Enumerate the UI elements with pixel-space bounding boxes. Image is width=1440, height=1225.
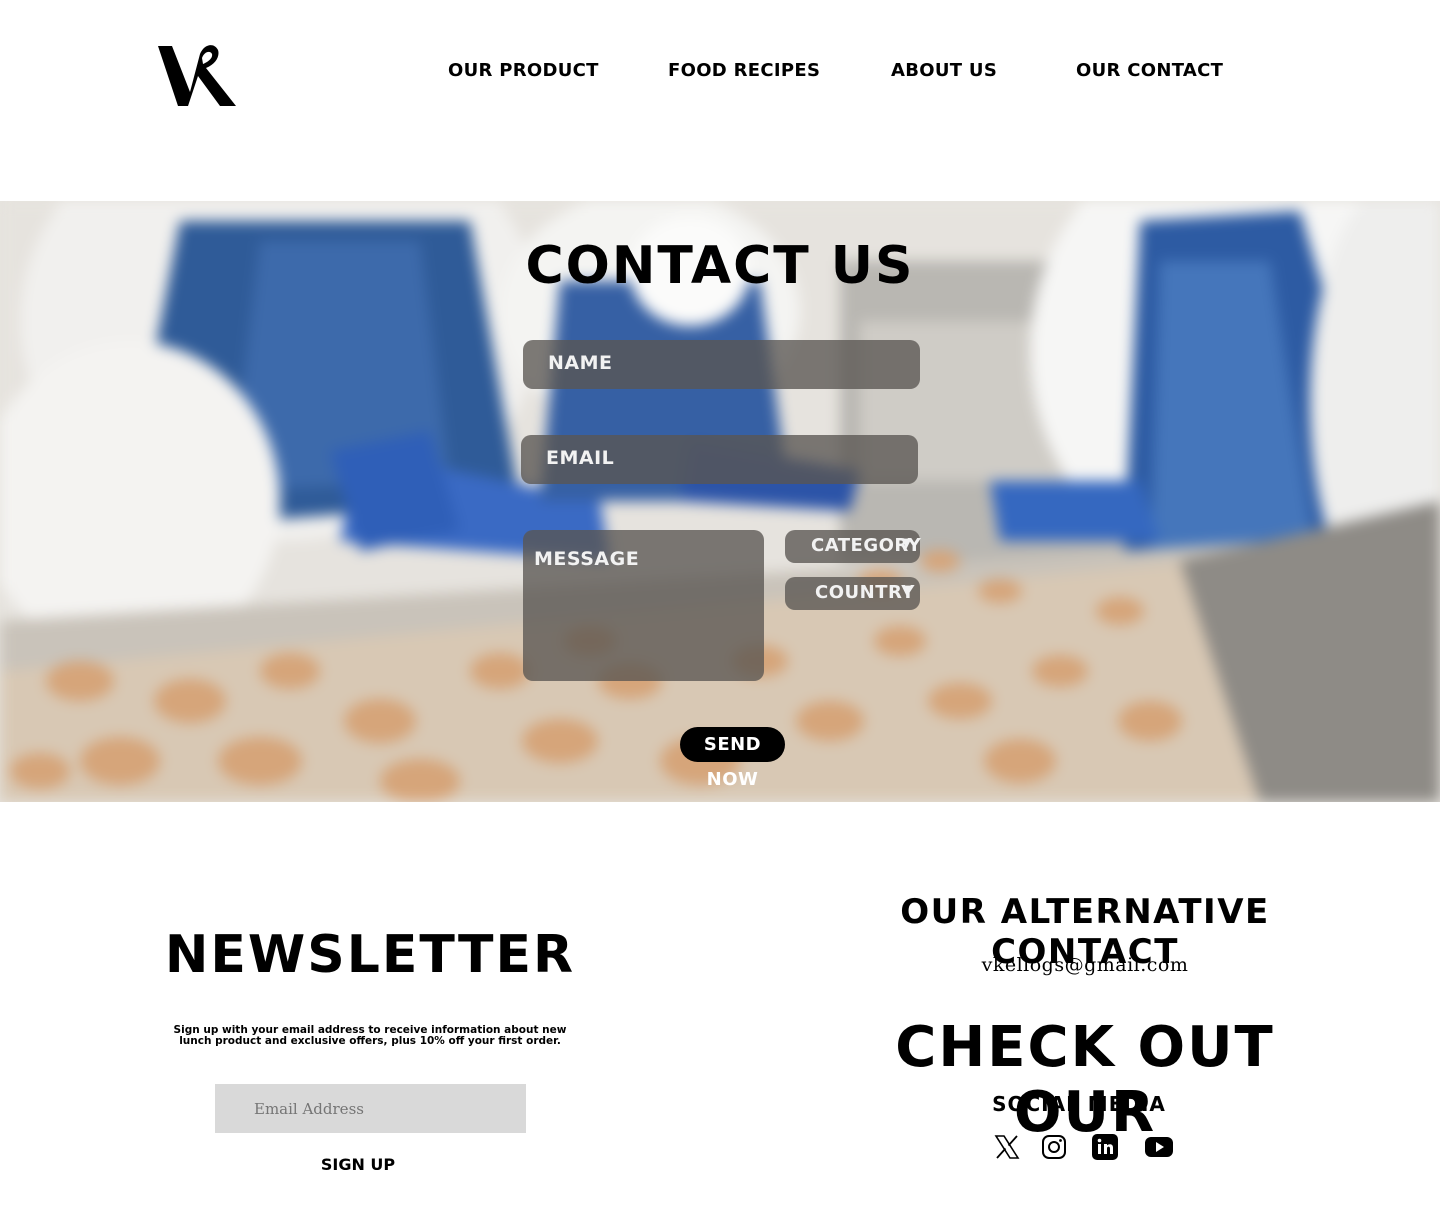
x-icon[interactable] [993,1133,1021,1161]
newsletter-description: Sign up with your email address to recei… [173,1024,567,1047]
email-field[interactable]: EMAIL [521,435,918,484]
instagram-icon[interactable] [1040,1133,1068,1161]
nav-about-us[interactable]: ABOUT US [891,60,997,81]
send-now-button[interactable]: SEND NOW [680,727,785,790]
chevron-down-icon: ▼ [901,583,912,598]
linkedin-icon[interactable] [1091,1133,1119,1161]
contact-title: CONTACT US [525,236,915,296]
country-select[interactable]: COUNTRY ▼ [785,577,920,610]
nav-our-product[interactable]: OUR PRODUCT [448,60,599,81]
sign-up-button[interactable]: SIGN UP [300,1155,416,1174]
social-subheading: SOCIAL MEDIA [992,1092,1166,1116]
youtube-icon[interactable] [1144,1133,1173,1161]
message-field[interactable]: MESSAGE [523,530,764,681]
nav-food-recipes[interactable]: FOOD RECIPES [668,60,820,81]
logo-mark [158,45,236,106]
country-label: COUNTRY [815,582,915,603]
social-heading: CHECK OUT OUR [895,1015,1275,1145]
name-field[interactable]: NAME [523,340,920,389]
nav-our-contact[interactable]: OUR CONTACT [1076,60,1223,81]
category-select[interactable]: CATEGORY ▼ [785,530,921,563]
alt-contact-email[interactable]: vkellogs@gmail.com [840,954,1330,976]
email-placeholder: EMAIL [546,447,615,469]
name-placeholder: NAME [548,352,613,374]
logo[interactable] [158,44,240,108]
chevron-down-icon: ▼ [901,536,912,551]
newsletter-title: NEWSLETTER [164,925,576,985]
message-placeholder: MESSAGE [534,548,640,570]
newsletter-email-input[interactable] [215,1084,526,1133]
